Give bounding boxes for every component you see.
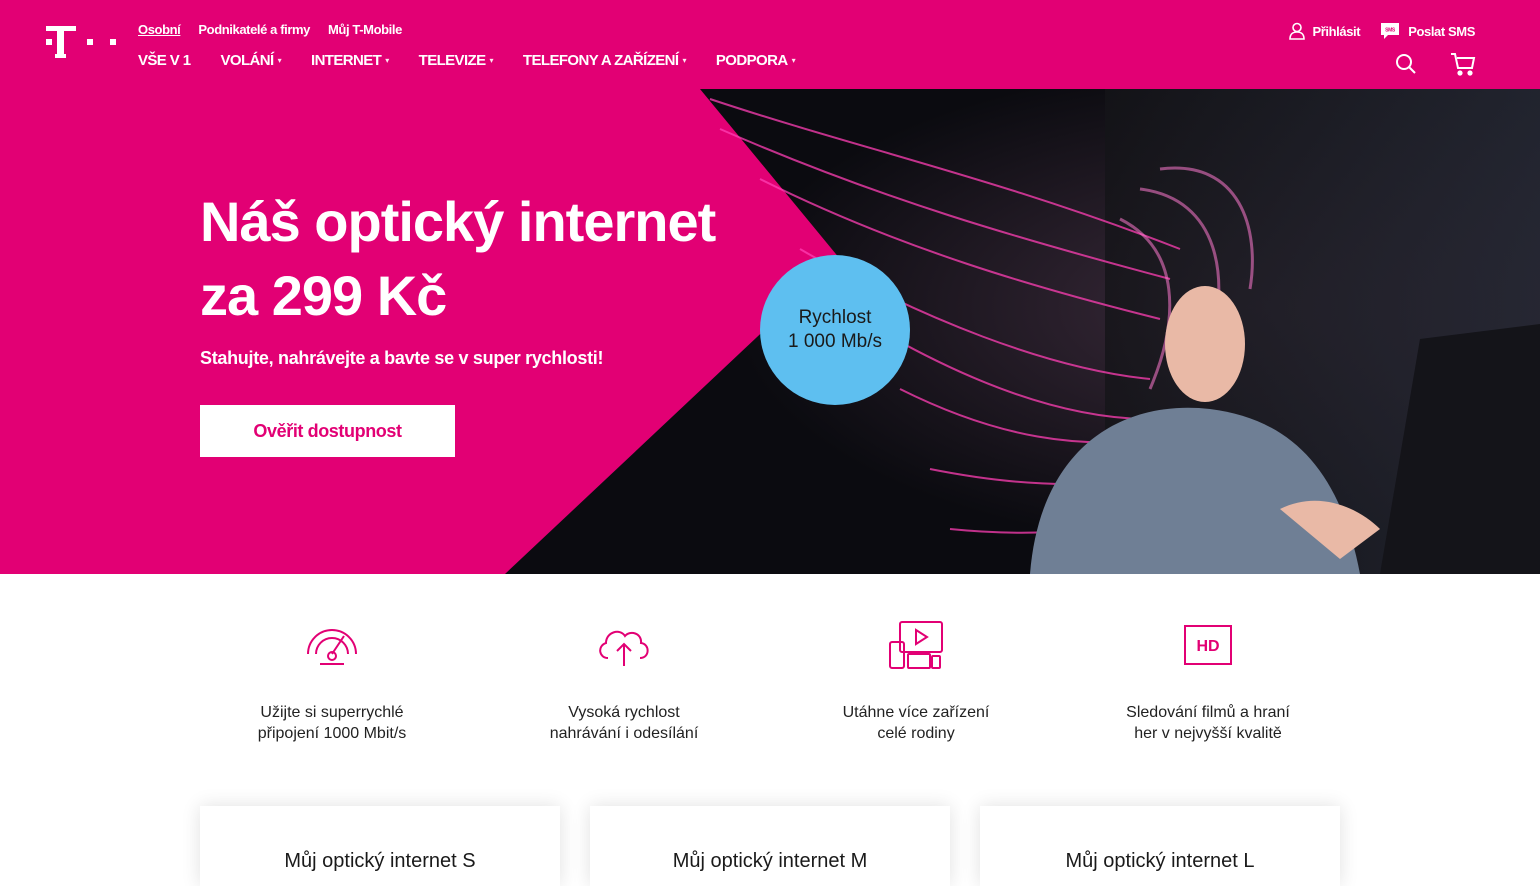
nav-item-internet[interactable]: INTERNET ▾ bbox=[311, 52, 389, 69]
devices-icon bbox=[889, 621, 943, 669]
site-header: Osobní Podnikatelé a firmy Můj T-Mobile … bbox=[0, 0, 1540, 89]
nav-item-label: VOLÁNÍ bbox=[220, 52, 275, 69]
feature-line2: nahrávání i odesílání bbox=[549, 725, 699, 742]
feature-line2: her v nejvyšší kvalitě bbox=[1134, 725, 1282, 742]
login-link[interactable]: Přihlásit bbox=[1288, 22, 1361, 40]
top-link-my-tmobile[interactable]: Můj T-Mobile bbox=[328, 22, 402, 37]
hero-title: Náš optický internet za 299 Kč bbox=[200, 185, 760, 333]
hero-title-line1: Náš optický internet bbox=[200, 190, 716, 253]
nav-item-telefony[interactable]: TELEFONY A ZAŘÍZENÍ ▾ bbox=[522, 52, 687, 69]
hero-banner: Náš optický internet za 299 Kč Stahujte,… bbox=[0, 89, 1540, 574]
speedometer-icon bbox=[307, 629, 357, 665]
caret-down-icon: ▾ bbox=[682, 56, 686, 65]
caret-down-icon: ▾ bbox=[791, 56, 796, 65]
search-icon[interactable] bbox=[1394, 52, 1418, 76]
top-link-osobni[interactable]: Osobní bbox=[138, 22, 181, 37]
speed-badge-value: 1 000 Mb/s bbox=[788, 331, 882, 352]
feature-line1: Utáhne více zařízení bbox=[842, 704, 990, 721]
account-links: Přihlásit SMS Poslat SMS bbox=[1288, 22, 1475, 40]
nav-item-podpora[interactable]: PODPORA ▾ bbox=[715, 52, 796, 69]
feature-line2: připojení 1000 Mbit/s bbox=[257, 725, 407, 742]
nav-item-label: VŠE V 1 bbox=[138, 52, 191, 69]
speed-badge: Rychlost 1 000 Mb/s bbox=[760, 255, 910, 405]
speed-badge-label: Rychlost bbox=[798, 307, 872, 328]
caret-down-icon: ▾ bbox=[277, 56, 282, 65]
top-link-business[interactable]: Podnikatelé a firmy bbox=[198, 22, 310, 37]
nav-item-volani[interactable]: VOLÁNÍ ▾ bbox=[221, 52, 282, 69]
nav-item-label: TELEVIZE bbox=[418, 52, 486, 69]
top-navigation: Osobní Podnikatelé a firmy Můj T-Mobile bbox=[138, 22, 402, 37]
svg-text:SMS: SMS bbox=[1385, 28, 1396, 34]
user-icon bbox=[1288, 22, 1305, 40]
product-card-l[interactable]: Můj optický internet L bbox=[980, 806, 1340, 886]
hero-title-line2: za 299 Kč bbox=[200, 264, 447, 327]
feature-hd: HD Sledování filmů a hraní her v nejvyšš… bbox=[1088, 618, 1328, 744]
product-card-s[interactable]: Můj optický internet S bbox=[200, 806, 560, 886]
hero-subtitle: Stahujte, nahrávejte a bavte se v super … bbox=[200, 348, 604, 368]
check-availability-button[interactable]: Ověřit dostupnost bbox=[200, 405, 455, 457]
nav-item-televize[interactable]: TELEVIZE ▾ bbox=[418, 52, 494, 69]
features-section: Užijte si superrychlé připojení 1000 Mbi… bbox=[0, 574, 1540, 774]
nav-item-label: PODPORA bbox=[715, 52, 788, 69]
login-label: Přihlásit bbox=[1312, 23, 1361, 39]
product-card-m[interactable]: Můj optický internet M bbox=[590, 806, 950, 886]
send-sms-label: Poslat SMS bbox=[1408, 23, 1475, 39]
svg-text:HD: HD bbox=[1196, 638, 1219, 655]
nav-item-vse-v-1[interactable]: VŠE V 1 bbox=[138, 52, 191, 69]
feature-line1: Užijte si superrychlé bbox=[260, 704, 404, 721]
feature-line1: Vysoká rychlost bbox=[568, 704, 680, 721]
hd-icon: HD bbox=[1184, 625, 1232, 665]
feature-speed: Užijte si superrychlé připojení 1000 Mbi… bbox=[212, 618, 452, 744]
feature-line1: Sledování filmů a hraní bbox=[1126, 704, 1290, 721]
cart-icon[interactable] bbox=[1450, 52, 1476, 76]
main-navigation: VŠE V 1 VOLÁNÍ ▾ INTERNET ▾ TELEVIZE ▾ TELE… bbox=[138, 52, 796, 69]
caret-down-icon: ▾ bbox=[489, 56, 494, 65]
feature-upload: Vysoká rychlost nahrávání i odesílání bbox=[504, 618, 744, 744]
send-sms-link[interactable]: SMS Poslat SMS bbox=[1380, 22, 1475, 40]
sms-icon: SMS bbox=[1381, 23, 1400, 39]
feature-line2: celé rodiny bbox=[877, 725, 955, 742]
header-tools bbox=[1394, 52, 1476, 76]
caret-down-icon: ▾ bbox=[385, 56, 389, 65]
feature-devices: Utáhne více zařízení celé rodiny bbox=[796, 618, 1036, 744]
nav-item-label: INTERNET bbox=[311, 52, 382, 69]
nav-item-label: TELEFONY A ZAŘÍZENÍ bbox=[522, 52, 679, 69]
cloud-upload-icon bbox=[599, 630, 649, 666]
telekom-logo[interactable] bbox=[46, 26, 118, 60]
